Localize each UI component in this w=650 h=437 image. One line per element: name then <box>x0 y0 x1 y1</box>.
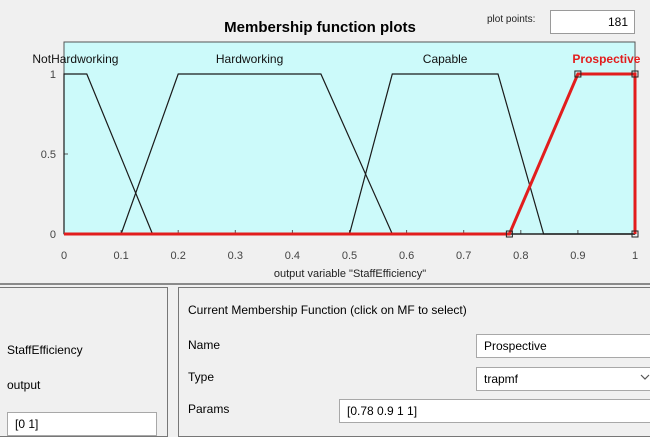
x-tick-label: 0 <box>61 250 67 262</box>
x-tick-label: 0.4 <box>285 250 300 262</box>
x-tick-label: 1 <box>632 250 638 262</box>
variable-range-input[interactable]: [0 1] <box>7 412 157 436</box>
mf-label-hardworking[interactable]: Hardworking <box>216 52 283 66</box>
variable-name: StaffEfficiency <box>7 343 83 357</box>
separator <box>0 283 650 285</box>
x-tick-label: 0.2 <box>171 250 186 262</box>
x-tick-label: 0.3 <box>228 250 243 262</box>
mf-type-value: trapmf <box>484 372 519 386</box>
mf-name-label: Name <box>188 338 221 352</box>
plot-points-label: plot points: <box>487 14 536 25</box>
x-tick-label: 0.6 <box>399 250 414 262</box>
mf-type-select[interactable]: trapmf <box>476 367 650 391</box>
mf-params-label: Params <box>188 402 230 416</box>
mf-name-input[interactable]: Prospective <box>476 334 650 358</box>
y-tick-label: 1 <box>50 69 56 81</box>
y-tick-label: 0.5 <box>41 149 56 161</box>
mf-label-capable[interactable]: Capable <box>423 52 468 66</box>
mf-type-label: Type <box>188 370 215 384</box>
x-tick-label: 0.7 <box>456 250 471 262</box>
variable-panel: StaffEfficiency output [0 1] <box>0 287 168 437</box>
y-tick-label: 0 <box>50 229 56 241</box>
mf-params-input[interactable]: [0.78 0.9 1 1] <box>339 399 650 423</box>
mf-panel-header: Current Membership Function (click on MF… <box>188 303 467 317</box>
mf-plot[interactable]: 0 0.5 1 0 0.1 0.2 0.3 0.4 0.5 0.6 0.7 0.8 0.9 1 NotH… <box>0 0 650 270</box>
x-tick-label: 0.8 <box>513 250 528 262</box>
mf-label-prospective[interactable]: Prospective <box>572 52 640 66</box>
membership-function-panel: Current Membership Function (click on MF… <box>178 287 650 437</box>
chevron-down-icon[interactable] <box>639 370 650 387</box>
plot-points-input[interactable]: 181 <box>550 10 635 34</box>
x-tick-label: 0.5 <box>342 250 357 262</box>
variable-type: output <box>7 378 41 392</box>
x-axis-label: output variable "StaffEfficiency" <box>273 268 427 280</box>
plot-title: Membership function plots <box>224 19 416 36</box>
x-tick-label: 0.1 <box>113 250 128 262</box>
x-tick-label: 0.9 <box>570 250 585 262</box>
mf-label-nothardworking[interactable]: NotHardworking <box>32 52 118 66</box>
